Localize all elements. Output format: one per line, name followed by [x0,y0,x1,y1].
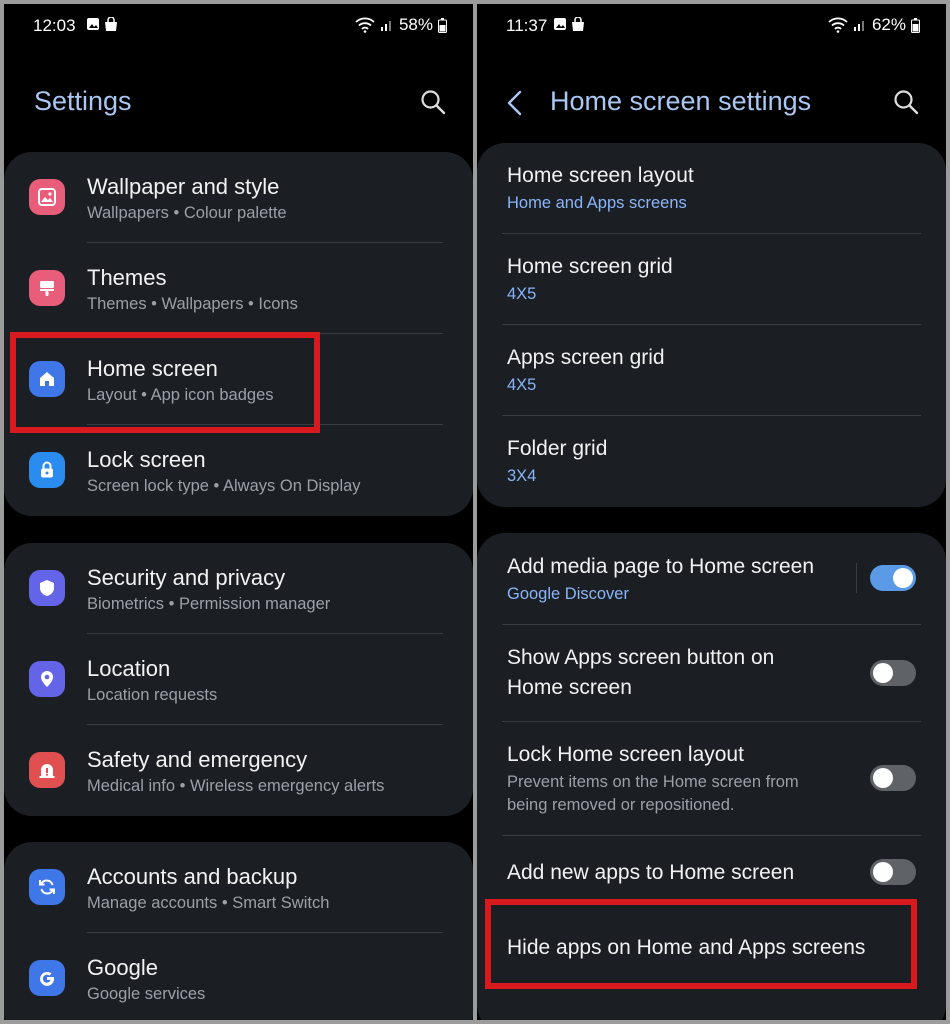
status-notification-icons [553,17,585,32]
item-title: Themes [87,265,167,290]
item-title: Add media page to Home screen [507,555,815,578]
item-subtitle: Manage accounts • Smart Switch [87,894,330,912]
status-time: 11:37 [506,16,548,35]
item-description: Prevent items on the Home screen from be… [507,773,799,814]
bag-icon [105,17,117,31]
sync-icon [29,869,65,905]
highlight-box [485,899,917,989]
wifi-icon [355,17,375,33]
item-subtitle: Themes • Wallpapers • Icons [87,295,298,313]
status-time: 12:03 [33,16,76,35]
status-bar: 12:03 58% [4,4,473,48]
setting-home-screen-grid[interactable]: Home screen grid 4X5 [477,234,946,325]
shield-icon [29,570,65,606]
battery-percent: 58% [398,15,433,34]
settings-item-lock-screen[interactable]: Lock screen Screen lock type • Always On… [4,425,473,516]
wallpaper-icon [29,179,65,215]
settings-screen: 12:03 58% Settings Wallpaper and style W… [4,4,473,1020]
settings-item-wallpaper[interactable]: Wallpaper and style Wallpapers • Colour … [4,152,473,243]
item-title: Lock Home screen layout [507,743,744,766]
add-new-apps-toggle[interactable] [870,859,916,885]
home-screen-settings-screen: 11:37 62% Home screen settings Home scre… [477,4,946,1020]
item-title: Accounts and backup [87,864,298,889]
item-value: Home and Apps screens [507,194,687,212]
item-subtitle: Location requests [87,686,218,704]
item-value: 3X4 [507,467,537,485]
settings-group-accounts: Accounts and backup Manage accounts • Sm… [4,842,473,1020]
setting-lock-layout[interactable]: Lock Home screen layout Prevent items on… [477,722,946,836]
item-subtitle: Screen lock type • Always On Display [87,477,361,495]
signal-icon [380,21,391,31]
app-bar: Home screen settings [477,84,946,128]
item-subtitle: Wallpapers • Colour palette [87,204,287,222]
google-icon [29,960,65,996]
item-subtitle: Google services [87,985,206,1003]
themes-icon [29,270,65,306]
settings-item-themes[interactable]: Themes Themes • Wallpapers • Icons [4,243,473,334]
item-title: Apps screen grid [507,346,665,369]
battery-icon [438,17,447,33]
status-right: 58% [355,15,447,35]
item-title: Show Apps screen button on Home screen [507,646,775,699]
item-subtitle: Biometrics • Permission manager [87,595,331,613]
item-title: Location [87,656,171,681]
item-title: Security and privacy [87,565,286,590]
item-value: 4X5 [507,376,537,394]
settings-item-google[interactable]: Google Google services [4,933,473,1020]
vertical-separator [856,563,857,593]
settings-item-location[interactable]: Location Location requests [4,634,473,725]
item-subtitle: Medical info • Wireless emergency alerts [87,777,385,795]
status-notification-icons [86,17,118,32]
location-icon [29,661,65,697]
item-title: Home screen grid [507,255,673,278]
setting-apps-screen-grid[interactable]: Apps screen grid 4X5 [477,325,946,416]
media-page-toggle[interactable] [870,565,916,591]
item-title: Add new apps to Home screen [507,861,795,884]
setting-add-media-page[interactable]: Add media page to Home screen Google Dis… [477,533,946,625]
emergency-icon [29,752,65,788]
app-bar: Settings [4,84,473,128]
bag-icon [572,17,584,31]
item-title: Wallpaper and style [87,174,280,199]
item-title: Safety and emergency [87,747,308,772]
settings-item-safety[interactable]: Safety and emergency Medical info • Wire… [4,725,473,816]
item-title: Google [87,955,158,980]
setting-home-screen-layout[interactable]: Home screen layout Home and Apps screens [477,143,946,234]
search-icon[interactable] [419,88,447,116]
item-title: Home screen layout [507,164,694,187]
status-right: 62% [828,15,920,35]
page-title: Settings [34,86,132,116]
status-bar: 11:37 62% [477,4,946,48]
battery-icon [911,17,920,33]
battery-percent: 62% [871,15,906,34]
item-title: Folder grid [507,437,608,460]
search-icon[interactable] [892,88,920,116]
setting-show-apps-button[interactable]: Show Apps screen button on Home screen [477,625,946,722]
lock-layout-toggle[interactable] [870,765,916,791]
apps-button-toggle[interactable] [870,660,916,686]
signal-icon [853,21,864,31]
setting-folder-grid[interactable]: Folder grid 3X4 [477,416,946,507]
page-title: Home screen settings [550,86,812,116]
layout-settings-group: Home screen layout Home and Apps screens… [477,143,946,507]
settings-item-security[interactable]: Security and privacy Biometrics • Permis… [4,543,473,634]
item-value: Google Discover [507,585,629,603]
wifi-icon [828,17,848,33]
item-title: Lock screen [87,447,206,472]
gallery-icon [87,18,99,30]
item-value: 4X5 [507,285,537,303]
settings-group-security: Security and privacy Biometrics • Permis… [4,543,473,816]
lock-icon [29,452,65,488]
gallery-icon [554,18,566,30]
settings-item-accounts[interactable]: Accounts and backup Manage accounts • Sm… [4,842,473,933]
back-arrow-icon[interactable] [501,88,529,118]
highlight-box [10,332,320,433]
